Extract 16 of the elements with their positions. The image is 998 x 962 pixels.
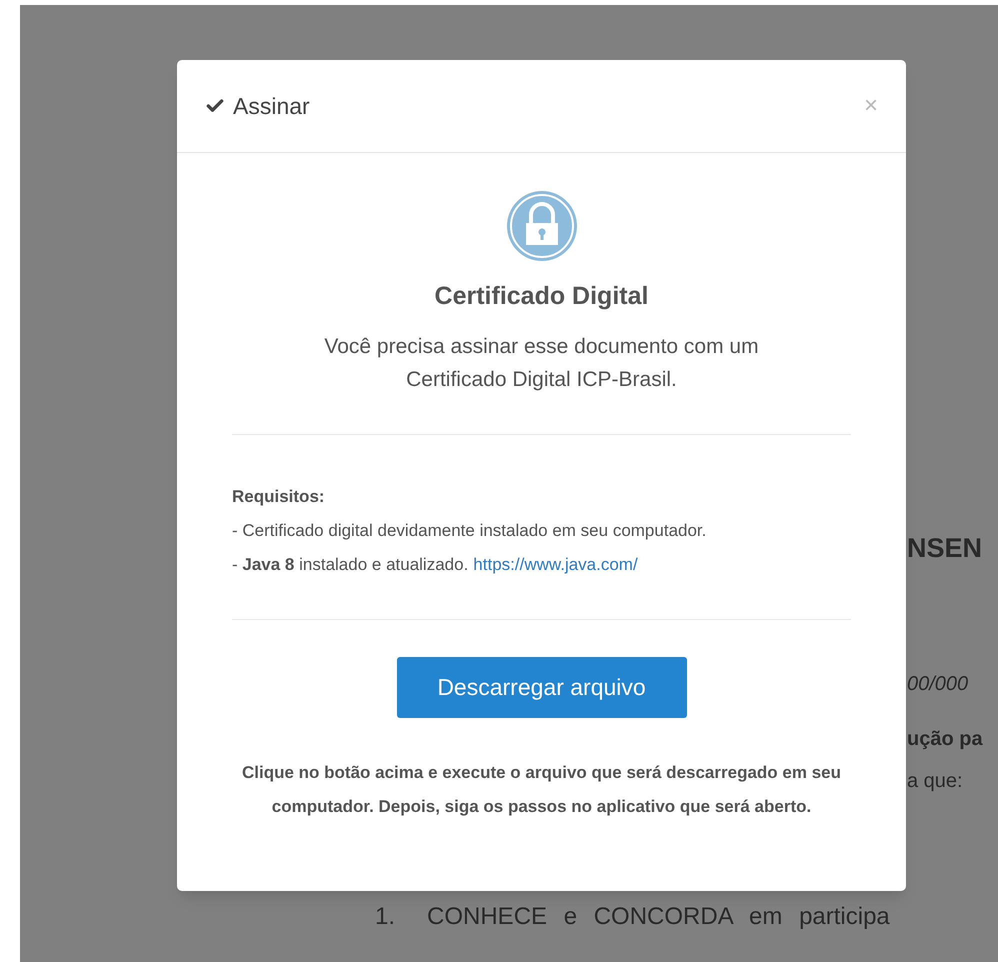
java-link[interactable]: https://www.java.com/ xyxy=(473,548,638,582)
instruction-text: Clique no botão acima e execute o arquivo que será descarregado em seu computador. Depois, siga os passos no aplicativo que será aberto. xyxy=(241,762,842,818)
description-text: Você precisa assinar esse documento com um Certificado Digital ICP-Brasil. xyxy=(323,334,760,392)
lock-icon xyxy=(506,190,578,262)
requirement-text: - Certificado digital devidamente instalado em seu computador. xyxy=(232,520,706,542)
modal-heading: Certificado Digital xyxy=(434,281,648,312)
modal-title: Assinar xyxy=(233,92,310,121)
download-button[interactable]: Descarregar arquivo xyxy=(396,656,686,718)
document-heading: NSEN xyxy=(907,532,984,565)
requirements-title: Requisitos: xyxy=(232,486,326,508)
document-text: ução pa xyxy=(907,726,984,752)
list-number: 1. xyxy=(375,902,396,932)
document-text: CONHECE e CONCORDA em participa xyxy=(427,902,890,932)
document-text: 00/000 xyxy=(907,672,970,696)
requirement-text: - Java 8 instalado e atualizado. xyxy=(232,554,468,576)
document-text: a que: xyxy=(907,768,964,794)
